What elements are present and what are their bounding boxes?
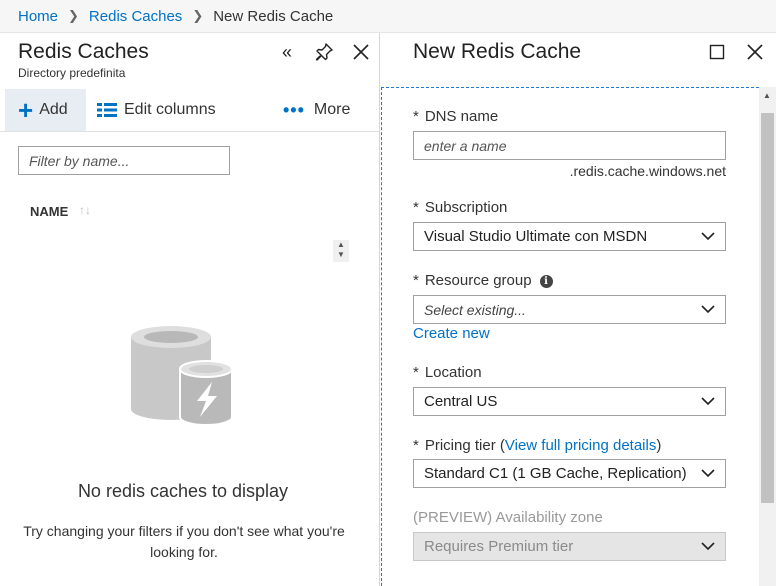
- sort-icon[interactable]: ↑↓: [79, 203, 91, 217]
- toolbar: + Add Edit columns ••• More: [0, 89, 379, 132]
- blade-title: New Redis Cache: [413, 40, 582, 63]
- edit-columns-label: Edit columns: [124, 101, 216, 118]
- redis-caches-blade: Redis Caches Directory predefinita « + A…: [0, 33, 380, 586]
- edit-columns-button[interactable]: Edit columns: [97, 89, 216, 131]
- scroll-up-icon[interactable]: ▲: [763, 91, 771, 100]
- view-pricing-link[interactable]: View full pricing details: [505, 437, 656, 454]
- breadcrumb: Home ❯ Redis Caches ❯ New Redis Cache: [0, 0, 776, 33]
- columns-icon: [97, 103, 117, 117]
- pricing-tier-select[interactable]: Standard C1 (1 GB Cache, Replication): [413, 459, 726, 488]
- resource-group-value: Select existing...: [424, 301, 526, 318]
- scroll-down-icon[interactable]: ▼: [337, 250, 345, 260]
- add-button[interactable]: + Add: [5, 89, 86, 131]
- more-label: More: [313, 101, 351, 118]
- plus-icon: +: [18, 95, 34, 125]
- breadcrumb-current: New Redis Cache: [213, 7, 334, 25]
- maximize-icon[interactable]: [706, 41, 728, 63]
- column-header-name[interactable]: NAME: [30, 204, 68, 219]
- subscription-select[interactable]: Visual Studio Ultimate con MSDN: [413, 222, 726, 251]
- availability-zone-select: Requires Premium tier: [413, 532, 726, 561]
- empty-state-title: No redis caches to display: [77, 481, 289, 501]
- redis-cache-icon: [128, 325, 238, 465]
- chevron-down-icon: [701, 305, 715, 314]
- chevron-down-icon: [701, 469, 715, 478]
- location-value: Central US: [424, 393, 498, 410]
- scroll-up-icon[interactable]: ▲: [337, 240, 345, 250]
- add-label: Add: [39, 101, 68, 118]
- chevron-down-icon: [701, 232, 715, 241]
- blade-subtitle: Directory predefinita: [18, 66, 126, 80]
- chevron-down-icon: [701, 397, 715, 406]
- blade-title: Redis Caches: [18, 40, 149, 63]
- resource-group-label: * Resource group i: [413, 272, 553, 289]
- pin-icon[interactable]: [313, 41, 335, 63]
- empty-state-subtitle: Try changing your filters if you don't s…: [23, 523, 345, 560]
- collapse-icon[interactable]: «: [276, 41, 298, 63]
- availability-zone-value: Requires Premium tier: [424, 538, 574, 555]
- create-new-link[interactable]: Create new: [413, 325, 490, 342]
- location-select[interactable]: Central US: [413, 387, 726, 416]
- list-scrollbar[interactable]: ▲ ▼: [333, 240, 349, 262]
- chevron-down-icon: [701, 542, 715, 551]
- filter-input[interactable]: [18, 146, 230, 175]
- scrollbar-thumb[interactable]: [761, 113, 774, 503]
- pricing-tier-value: Standard C1 (1 GB Cache, Replication): [424, 465, 687, 482]
- pricing-tier-label: * Pricing tier (View full pricing details…: [413, 437, 662, 454]
- availability-zone-label: (PREVIEW) Availability zone: [413, 509, 603, 526]
- breadcrumb-home-link[interactable]: Home: [18, 8, 58, 25]
- new-redis-cache-blade: New Redis Cache ▲ *DNS name .redis.cache…: [381, 33, 776, 586]
- form-scrollbar[interactable]: ▲: [759, 87, 776, 586]
- info-icon[interactable]: i: [539, 275, 553, 288]
- breadcrumb-redis-caches-link[interactable]: Redis Caches: [89, 8, 182, 25]
- dns-suffix: .redis.cache.windows.net: [569, 163, 726, 179]
- dns-name-label: * DNS name: [413, 108, 499, 125]
- ellipsis-icon: •••: [283, 99, 305, 120]
- location-label: * Location: [413, 364, 482, 381]
- resource-group-select[interactable]: Select existing...: [413, 295, 726, 324]
- more-button[interactable]: ••• More: [283, 89, 350, 131]
- dns-name-input[interactable]: [413, 131, 726, 160]
- subscription-value: Visual Studio Ultimate con MSDN: [424, 228, 648, 245]
- close-icon[interactable]: [350, 41, 372, 63]
- chevron-right-icon: ❯: [68, 8, 79, 23]
- chevron-right-icon: ❯: [192, 8, 204, 23]
- subscription-label: * Subscription: [413, 199, 508, 216]
- close-icon[interactable]: [744, 41, 766, 63]
